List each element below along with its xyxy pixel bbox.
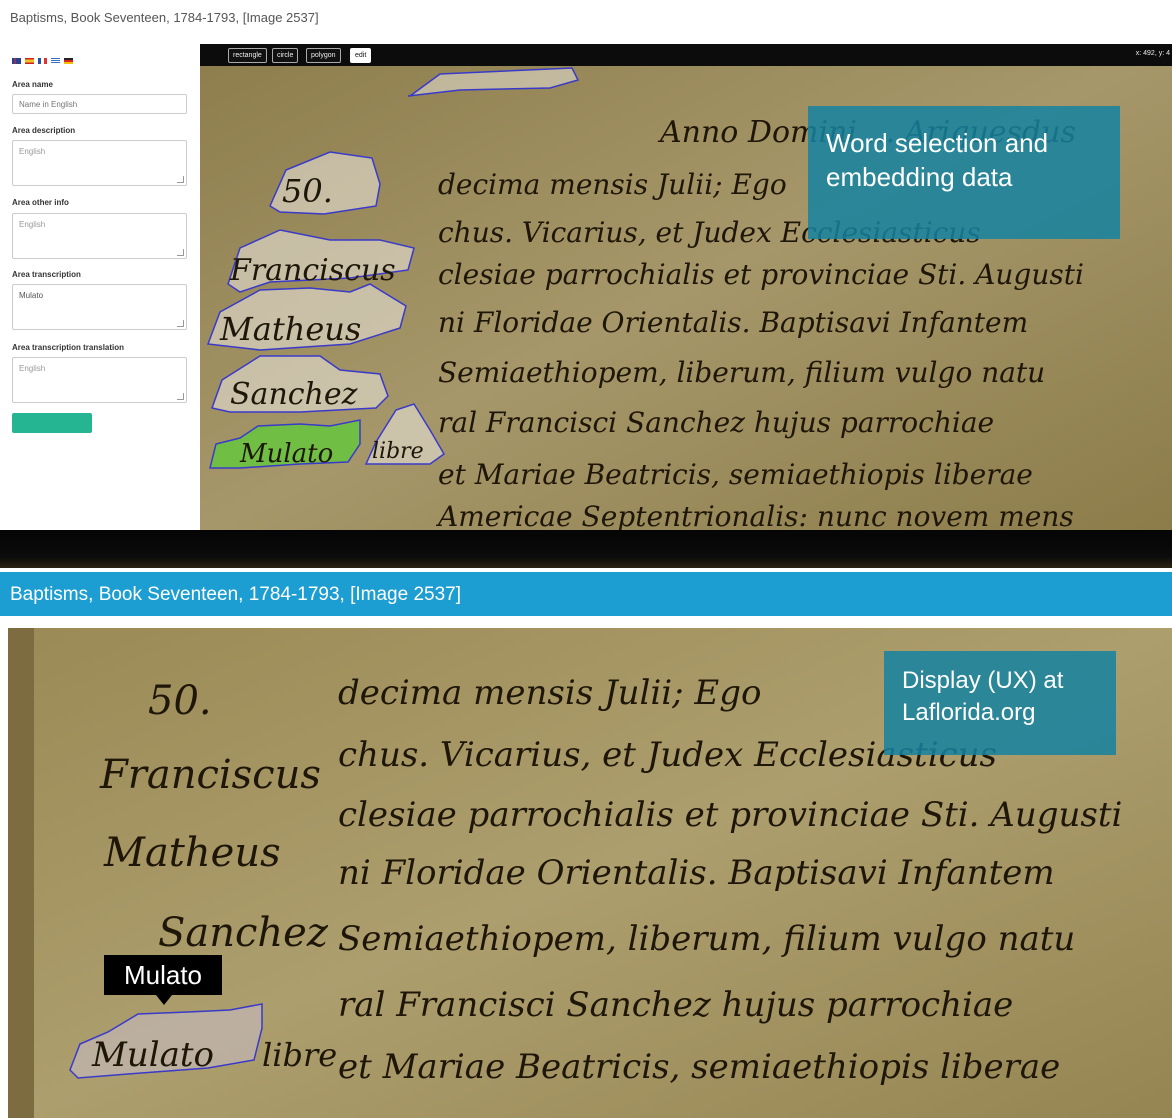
fr-flag-icon[interactable] [38,58,47,64]
manuscript-line: ral Francisci Sanchez hujus parrochiae [438,406,994,439]
manuscript-line: clesiae parrochialis et provinciae Sti. … [438,258,1084,291]
margin-word: Matheus [219,310,361,348]
margin-word: 50. [282,172,333,210]
area-transcription-value: Mulato [19,291,44,300]
margin-word: Franciscus [99,752,321,798]
manuscript-line: Americae Septentrionalis: nunc novem men… [435,500,1074,530]
margin-word: libre [372,439,424,464]
page-edge [8,628,34,1118]
area-other-info-placeholder: English [19,220,46,229]
callout-line: Display (UX) at [902,667,1064,694]
en-flag-icon[interactable] [12,58,21,64]
circle-tool-button[interactable]: circle [272,48,299,63]
area-other-info-textarea[interactable]: English [12,213,187,259]
margin-word: Mulato [239,439,333,469]
display-title: Baptisms, Book Seventeen, 1784-1793, [Im… [10,584,462,605]
resize-handle-icon[interactable] [177,249,184,256]
transcription-tooltip: Mulato [104,955,222,995]
area-transcription-label: Area transcription [12,270,81,279]
tooltip-arrow-icon [156,995,172,1005]
manuscript-line: ni Floridae Orientalis. Baptisavi Infant… [338,853,1055,893]
area-transcription-translation-placeholder: English [19,364,46,373]
polygon-tool-button[interactable]: polygon [306,48,341,63]
margin-word: Franciscus [229,253,396,288]
section-divider [0,530,1172,568]
resize-handle-icon[interactable] [177,393,184,400]
display-header: Baptisms, Book Seventeen, 1784-1793, [Im… [0,572,1172,616]
cursor-coordinates: x: 492, y: 4 [1135,50,1170,57]
manuscript-line: clesiae parrochialis et provinciae Sti. … [338,795,1122,835]
selection-callout: Word selection and embedding data [808,106,1120,239]
area-name-input[interactable] [12,94,187,114]
area-description-label: Area description [12,126,76,135]
manuscript-line: decima mensis Julii; Ego [338,673,761,713]
margin-word: Matheus [103,830,281,876]
gr-flag-icon[interactable] [51,58,60,64]
margin-word: Sanchez [158,910,329,956]
area-transcription-translation-textarea[interactable]: English [12,357,187,403]
language-selector [12,58,73,64]
area-transcription-translation-label: Area transcription translation [12,343,125,352]
manuscript-line: ni Floridae Orientalis. Baptisavi Infant… [438,306,1028,339]
save-area-button[interactable] [12,413,92,433]
callout-line: embedding data [826,162,1013,192]
de-flag-icon[interactable] [64,58,73,64]
margin-word: 50. [148,678,212,724]
manuscript-line: decima mensis Julii; Ego [438,168,787,201]
rectangle-tool-button[interactable]: rectangle [228,48,267,63]
edit-tool-button[interactable]: edit [350,48,372,63]
callout-line: Word selection and [826,128,1049,158]
display-callout: Display (UX) at Laflorida.org [884,651,1116,755]
margin-word: libre [262,1036,337,1074]
area-name-label: Area name [12,80,53,89]
area-transcription-textarea[interactable]: Mulato [12,284,187,330]
manuscript-line: Semiaethiopem, liberum, filium vulgo nat… [438,356,1045,389]
resize-handle-icon[interactable] [177,176,184,183]
page-title: Baptisms, Book Seventeen, 1784-1793, [Im… [10,10,319,25]
area-description-textarea[interactable]: English [12,140,187,186]
margin-word: Mulato [91,1035,214,1075]
manuscript-line: Semiaethiopem, liberum, filium vulgo nat… [338,919,1075,959]
es-flag-icon[interactable] [25,58,34,64]
manuscript-line: ral Francisci Sanchez hujus parrochiae [338,985,1013,1025]
manuscript-line: et Mariae Beatricis, semiaethiopis liber… [338,1047,1060,1087]
resize-handle-icon[interactable] [177,320,184,327]
callout-line: Laflorida.org [902,699,1036,726]
manuscript-line: et Mariae Beatricis, semiaethiopis liber… [438,458,1033,491]
area-other-info-label: Area other info [12,198,69,207]
area-description-placeholder: English [19,147,46,156]
margin-word: Sanchez [230,377,358,412]
drawing-toolbar: rectangle circle polygon edit x: 492, y:… [200,44,1172,66]
annotation-form-sidebar: Area name Area description English Area … [0,44,200,530]
